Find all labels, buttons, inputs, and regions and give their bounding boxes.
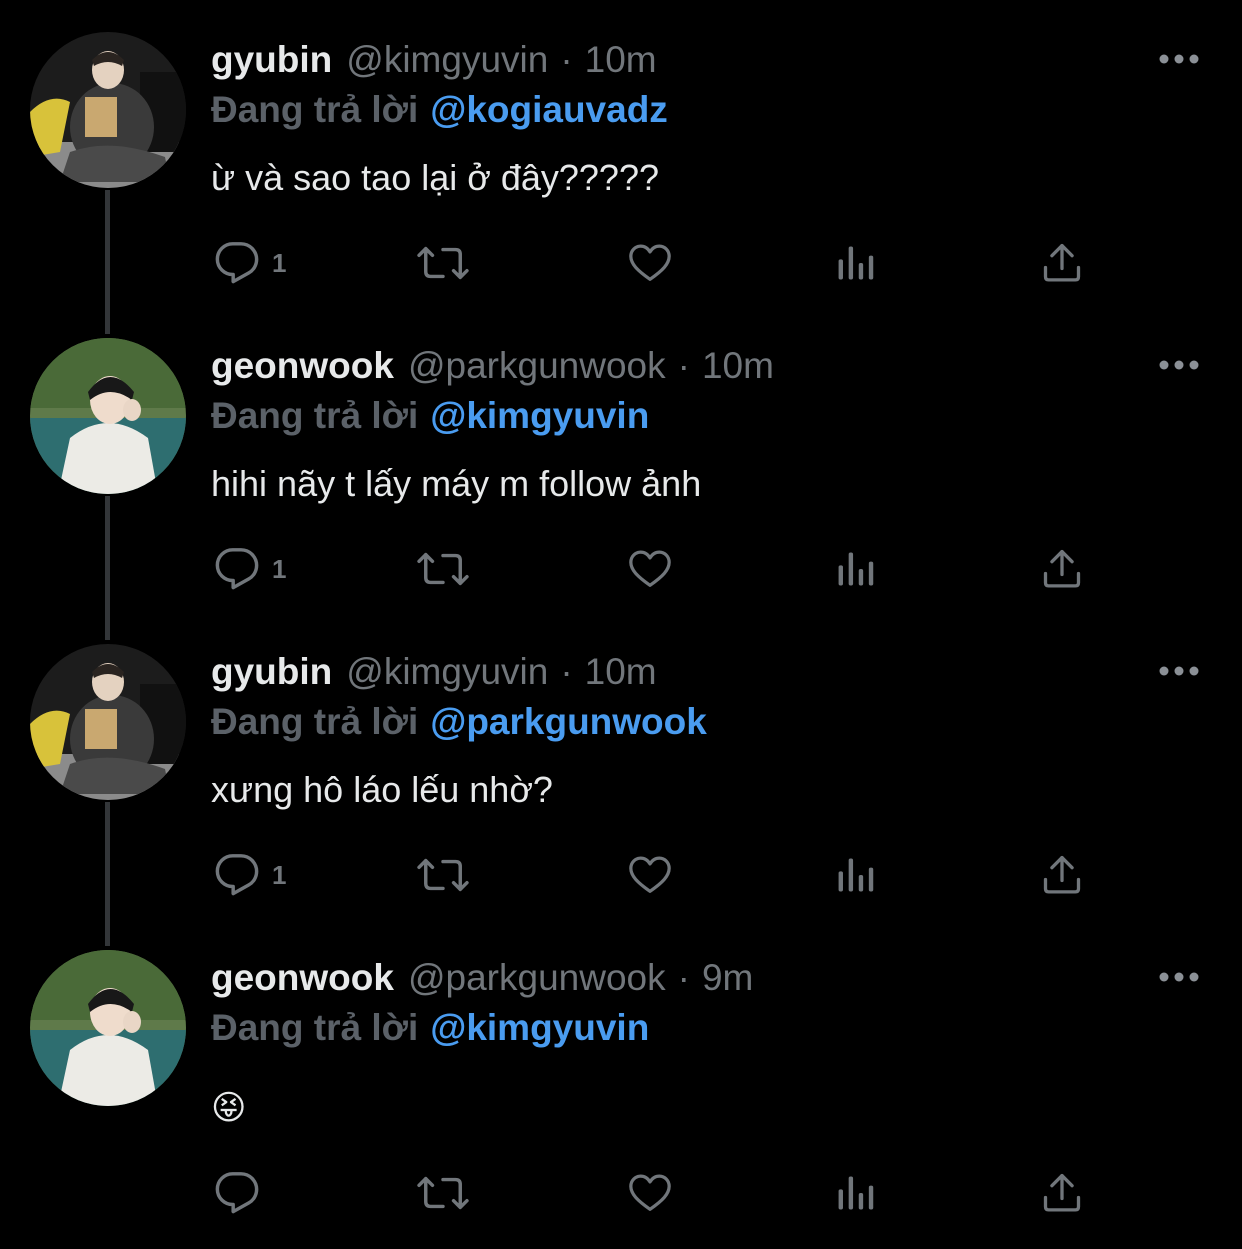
reply-count: 1: [272, 859, 287, 890]
analytics-icon: [838, 246, 874, 280]
retweet-icon: [417, 552, 469, 586]
share-icon: [1043, 1173, 1081, 1212]
reply-button[interactable]: 1: [214, 238, 286, 288]
share-icon: [1043, 549, 1081, 588]
tweet[interactable]: gyubin @kimgyuvin · 10m Đang trả lời @par…: [0, 612, 1242, 918]
analytics-icon: [838, 552, 874, 586]
reply-count: 1: [272, 247, 287, 278]
share-icon: [1043, 243, 1081, 282]
tweet-actions: [0, 918, 1242, 1224]
share-icon: [1043, 855, 1081, 894]
tweet-actions: 1: [0, 612, 1242, 918]
like-button[interactable]: [626, 544, 674, 594]
analytics-icon: [838, 1176, 874, 1210]
tweet-actions: 1: [0, 306, 1242, 612]
share-button[interactable]: [1040, 850, 1084, 900]
tweet-actions: 1: [0, 0, 1242, 306]
tweet[interactable]: geonwook @parkgunwook · 9m Đang trả lời @…: [0, 918, 1242, 1224]
like-button[interactable]: [626, 850, 674, 900]
reply-icon: [215, 1172, 259, 1214]
reply-button[interactable]: 1: [214, 850, 286, 900]
share-button[interactable]: [1040, 544, 1084, 594]
retweet-button[interactable]: [416, 850, 470, 900]
reply-count: 1: [272, 553, 287, 584]
views-button[interactable]: [834, 1168, 878, 1218]
heart-icon: [629, 856, 671, 893]
retweet-icon: [417, 246, 469, 280]
reply-button[interactable]: [214, 1168, 272, 1218]
heart-icon: [629, 550, 671, 587]
reply-icon: [215, 548, 259, 590]
retweet-button[interactable]: [416, 1168, 470, 1218]
retweet-icon: [417, 1176, 469, 1210]
share-button[interactable]: [1040, 1168, 1084, 1218]
reply-icon: [215, 854, 259, 896]
heart-icon: [629, 1174, 671, 1211]
views-button[interactable]: [834, 238, 878, 288]
views-button[interactable]: [834, 850, 878, 900]
reply-icon: [215, 242, 259, 284]
like-button[interactable]: [626, 238, 674, 288]
retweet-icon: [417, 858, 469, 892]
tweet[interactable]: gyubin @kimgyuvin · 10m Đang trả lời @kog…: [0, 0, 1242, 306]
share-button[interactable]: [1040, 238, 1084, 288]
heart-icon: [629, 244, 671, 281]
tweet[interactable]: geonwook @parkgunwook · 10m Đang trả lời…: [0, 306, 1242, 612]
tweet-thread: gyubin @kimgyuvin · 10m Đang trả lời @kog…: [0, 0, 1242, 1249]
analytics-icon: [838, 858, 874, 892]
like-button[interactable]: [626, 1168, 674, 1218]
views-button[interactable]: [834, 544, 878, 594]
retweet-button[interactable]: [416, 544, 470, 594]
retweet-button[interactable]: [416, 238, 470, 288]
reply-button[interactable]: 1: [214, 544, 286, 594]
